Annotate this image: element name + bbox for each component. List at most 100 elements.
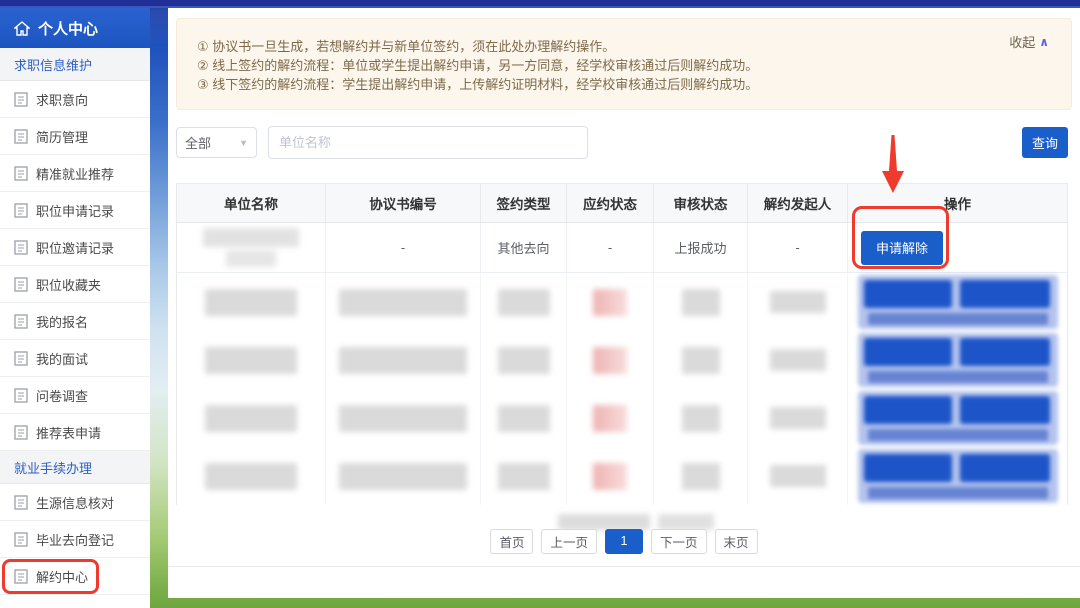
redacted-cell	[481, 389, 567, 447]
pagination-page-1[interactable]: 1	[605, 529, 643, 554]
redacted-cell	[177, 331, 326, 389]
document-icon	[14, 166, 28, 181]
sidebar-item-student-info-check[interactable]: 生源信息核对	[0, 484, 150, 521]
sidebar-item-graduation-destination[interactable]: 毕业去向登记	[0, 521, 150, 558]
chevron-down-icon: ▼	[239, 138, 248, 148]
redacted-actions	[848, 447, 1067, 505]
status-filter-select[interactable]: 全部 ▼	[176, 127, 257, 158]
table-row-redacted	[177, 331, 1067, 389]
document-icon	[14, 314, 28, 329]
redacted-cell	[177, 447, 326, 505]
sidebar-item-job-intention[interactable]: 求职意向	[0, 81, 150, 118]
sidebar-item-recommendation-form[interactable]: 推荐表申请	[0, 414, 150, 451]
notice-line-3: ③ 线下签约的解约流程：学生提出解约申请，上传解约证明材料，经学校审核通过后则解…	[197, 75, 1051, 94]
cell-sign-type: 其他去向	[481, 223, 567, 272]
redacted-cell	[567, 273, 654, 331]
sidebar: 个人中心 求职信息维护 求职意向 简历管理 精准就业推荐 职位申请记录 职位邀请…	[0, 8, 150, 608]
sidebar-item-label: 简历管理	[36, 127, 88, 146]
bottom-divider	[168, 566, 1080, 567]
sidebar-item-position-favorites[interactable]: 职位收藏夹	[0, 266, 150, 303]
document-icon	[14, 240, 28, 255]
sidebar-item-label: 求职意向	[36, 90, 88, 109]
redacted-cell	[481, 331, 567, 389]
table-row-redacted	[177, 447, 1067, 505]
sidebar-item-label: 职位申请记录	[36, 201, 114, 220]
redacted-cell	[654, 389, 748, 447]
sidebar-item-position-invitation-records[interactable]: 职位邀请记录	[0, 229, 150, 266]
redacted-actions	[848, 389, 1067, 447]
table-row: - 其他去向 - 上报成功 - 申请解除	[177, 223, 1067, 273]
redacted-cell	[654, 273, 748, 331]
col-header-unit-name: 单位名称	[177, 184, 326, 222]
sidebar-item-label: 毕业去向登记	[36, 530, 114, 549]
cell-initiator: -	[748, 223, 848, 272]
redacted-text-block	[226, 250, 276, 267]
document-icon	[14, 351, 28, 366]
redacted-cell	[326, 331, 481, 389]
sidebar-item-label: 我的报名	[36, 312, 88, 331]
pagination-prev-button[interactable]: 上一页	[541, 529, 597, 554]
cell-audit-status: 上报成功	[654, 223, 748, 272]
document-icon	[14, 495, 28, 510]
notice-line-2: ② 线上签约的解约流程：单位或学生提出解约申请，另一方同意，经学校审核通过后则解…	[197, 56, 1051, 75]
col-header-sign-type: 签约类型	[481, 184, 567, 222]
pagination-last-button[interactable]: 末页	[715, 529, 758, 554]
sidebar-header-label: 个人中心	[38, 18, 98, 39]
sidebar-item-resume-management[interactable]: 简历管理	[0, 118, 150, 155]
notice-line-1: ① 协议书一旦生成，若想解约并与新单位签约，须在此处办理解约操作。	[197, 37, 1051, 56]
pagination-first-button[interactable]: 首页	[490, 529, 533, 554]
pagination-next-button[interactable]: 下一页	[651, 529, 707, 554]
redacted-cell	[481, 273, 567, 331]
cell-agreement-no: -	[326, 223, 481, 272]
table-header-row: 单位名称 协议书编号 签约类型 应约状态 审核状态 解约发起人 操作	[177, 184, 1067, 223]
sidebar-item-label: 生源信息核对	[36, 493, 114, 512]
sidebar-section-jobinfo: 求职信息维护	[0, 48, 150, 81]
col-header-initiator: 解约发起人	[748, 184, 848, 222]
sidebar-item-my-registration[interactable]: 我的报名	[0, 303, 150, 340]
redacted-cell	[748, 331, 848, 389]
pagination: 首页 上一页 1 下一页 末页	[168, 528, 1080, 554]
redacted-cell	[177, 389, 326, 447]
redacted-cell	[177, 273, 326, 331]
cell-unit-name-redacted	[177, 223, 326, 272]
sidebar-item-termination-center[interactable]: 解约中心	[0, 558, 150, 595]
sidebar-item-label: 推荐表申请	[36, 423, 101, 442]
col-header-audit-status: 审核状态	[654, 184, 748, 222]
apply-termination-button[interactable]: 申请解除	[861, 231, 943, 265]
sidebar-item-position-application-records[interactable]: 职位申请记录	[0, 192, 150, 229]
redacted-cell	[654, 331, 748, 389]
sidebar-item-questionnaire[interactable]: 问卷调查	[0, 377, 150, 414]
redacted-cell	[748, 273, 848, 331]
redacted-cell	[326, 447, 481, 505]
redacted-cell	[481, 447, 567, 505]
notice-banner: ① 协议书一旦生成，若想解约并与新单位签约，须在此处办理解约操作。 ② 线上签约…	[176, 18, 1072, 110]
col-header-response-status: 应约状态	[567, 184, 654, 222]
col-header-actions: 操作	[848, 184, 1067, 222]
redacted-cell	[326, 389, 481, 447]
sidebar-item-my-interviews[interactable]: 我的面试	[0, 340, 150, 377]
unit-name-input[interactable]	[268, 126, 588, 159]
document-icon	[14, 388, 28, 403]
collapse-toggle[interactable]: 收起 ∧	[1009, 33, 1049, 52]
sidebar-item-precise-recommendation[interactable]: 精准就业推荐	[0, 155, 150, 192]
sidebar-item-label: 精准就业推荐	[36, 164, 114, 183]
document-icon	[14, 532, 28, 547]
sidebar-item-label: 职位邀请记录	[36, 238, 114, 257]
collapse-label: 收起	[1009, 33, 1035, 52]
redacted-actions	[848, 331, 1067, 389]
sidebar-section-employment-procedures: 就业手续办理	[0, 451, 150, 484]
redacted-cell	[748, 389, 848, 447]
sidebar-header-personal-center[interactable]: 个人中心	[0, 8, 150, 48]
search-button[interactable]: 查询	[1022, 127, 1068, 158]
sidebar-item-label: 解约中心	[36, 567, 88, 586]
sidebar-item-label: 问卷调查	[36, 386, 88, 405]
sidebar-section-label: 就业手续办理	[14, 458, 92, 477]
document-icon	[14, 203, 28, 218]
document-icon	[14, 92, 28, 107]
document-icon	[14, 129, 28, 144]
sidebar-item-label: 职位收藏夹	[36, 275, 101, 294]
sidebar-section-label: 求职信息维护	[14, 55, 92, 74]
redacted-actions	[848, 273, 1067, 331]
cell-actions: 申请解除	[848, 223, 1067, 272]
redacted-cell	[567, 389, 654, 447]
